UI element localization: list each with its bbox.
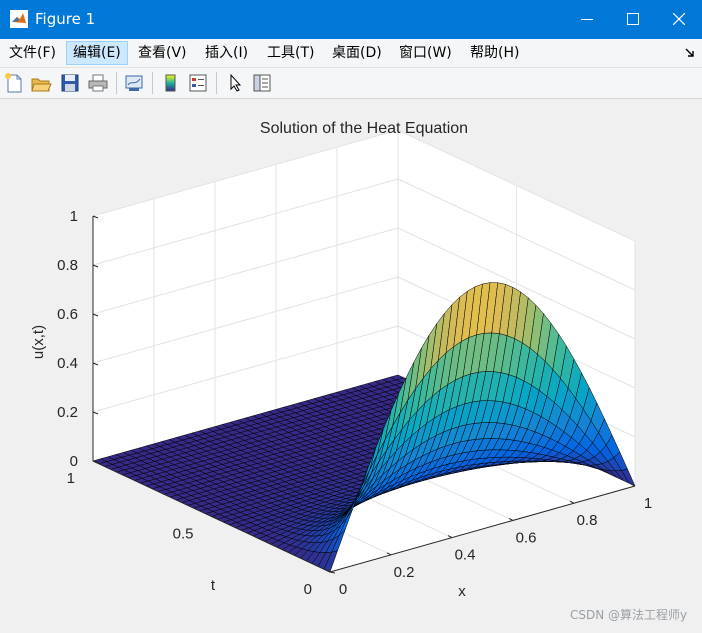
y-tick-label: 0 — [304, 581, 312, 598]
toolbar-separator — [216, 72, 217, 94]
y-axis-label: t — [211, 577, 216, 594]
x-tick-label: 0.2 — [394, 564, 415, 581]
maximize-button[interactable] — [610, 0, 656, 39]
z-axis-label: u(x,t) — [30, 325, 47, 359]
dock-arrow-icon[interactable] — [685, 48, 695, 58]
y-tick-label: 0.5 — [173, 526, 194, 543]
toolbar — [0, 68, 702, 99]
pointer-icon[interactable] — [224, 72, 246, 94]
property-inspector-icon[interactable] — [251, 72, 273, 94]
minimize-icon — [581, 19, 593, 20]
menu-desktop[interactable]: 桌面(D) — [326, 42, 388, 64]
x-tick-label: 0.4 — [455, 547, 476, 564]
legend-icon[interactable] — [187, 72, 209, 94]
x-tick-label: 0.8 — [577, 512, 598, 529]
toolbar-separator — [152, 72, 153, 94]
menu-file[interactable]: 文件(F) — [3, 42, 62, 64]
link-plot-icon[interactable] — [123, 72, 145, 94]
z-tick-label: 0 — [70, 453, 78, 470]
new-figure-icon[interactable] — [3, 72, 25, 94]
z-tick-label: 0.2 — [57, 404, 78, 421]
watermark: CSDN @算法工程师y — [570, 608, 688, 622]
maximize-icon — [627, 13, 639, 25]
chart-title: Solution of the Heat Equation — [260, 120, 468, 137]
z-tick-label: 1 — [70, 208, 78, 225]
menu-bar: 文件(F) 编辑(E) 查看(V) 插入(I) 工具(T) 桌面(D) 窗口(W… — [0, 39, 702, 68]
menu-tools[interactable]: 工具(T) — [261, 42, 320, 64]
print-icon[interactable] — [87, 72, 109, 94]
menu-help[interactable]: 帮助(H) — [464, 42, 525, 64]
matlab-logo-icon — [10, 10, 28, 28]
menu-edit[interactable]: 编辑(E) — [66, 41, 128, 65]
z-tick-label: 0.8 — [57, 257, 78, 274]
title-bar: Figure 1 — [0, 0, 702, 39]
x-tick-label: 0.6 — [516, 529, 537, 546]
surface-plot[interactable]: 00.20.40.60.8100.5100.20.40.60.81 Soluti… — [0, 99, 702, 628]
y-tick-label: 1 — [67, 470, 75, 487]
window-title: Figure 1 — [35, 10, 96, 28]
menu-window[interactable]: 窗口(W) — [393, 42, 458, 64]
x-tick-label: 0 — [339, 581, 347, 598]
figure-canvas[interactable]: 0 0.2 0.4 0.6 0.8 1 0 0.5 1 0 0.2 0.4 0.6 0.8 1 Soluti… — [0, 99, 702, 628]
close-icon — [673, 13, 685, 25]
minimize-button[interactable] — [564, 0, 610, 39]
save-icon[interactable] — [59, 72, 81, 94]
x-tick-label: 1 — [644, 495, 652, 512]
z-tick-label: 0.6 — [57, 306, 78, 323]
z-tick-label: 0.4 — [57, 355, 78, 372]
open-file-icon[interactable] — [30, 72, 52, 94]
menu-view[interactable]: 查看(V) — [132, 42, 193, 64]
x-axis-label: x — [458, 583, 466, 600]
toolbar-separator — [116, 72, 117, 94]
menu-insert[interactable]: 插入(I) — [199, 42, 254, 64]
close-button[interactable] — [656, 0, 702, 39]
y-tick-mark — [329, 571, 336, 574]
colorbar-icon[interactable] — [160, 72, 182, 94]
